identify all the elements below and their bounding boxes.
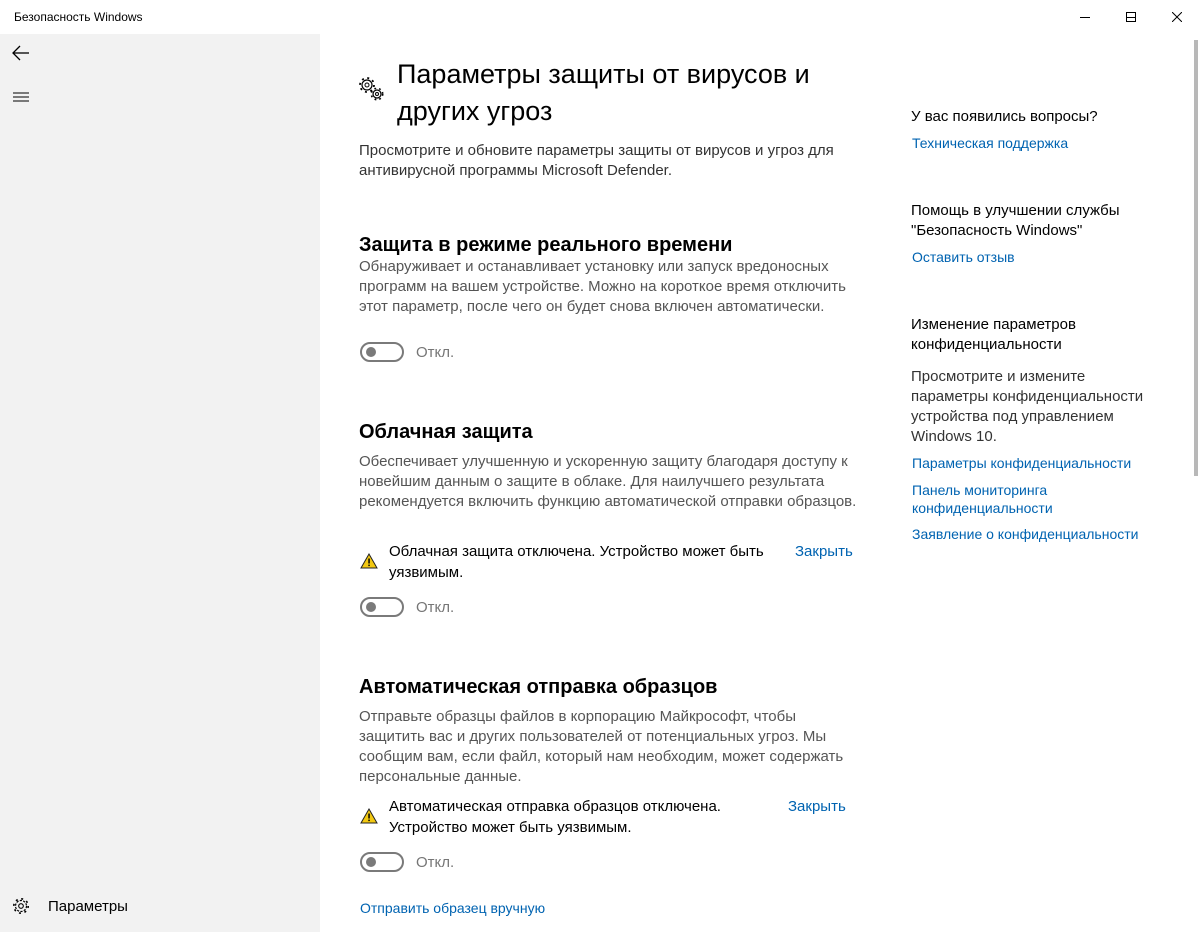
nav-settings-item[interactable]: Параметры xyxy=(0,890,320,922)
warning-icon xyxy=(360,552,378,574)
gear-icon xyxy=(9,897,33,915)
warning-icon xyxy=(360,807,378,829)
realtime-section-title: Защита в режиме реального времени xyxy=(359,234,733,256)
samples-toggle[interactable] xyxy=(360,852,404,872)
realtime-toggle[interactable] xyxy=(360,342,404,362)
toggle-knob xyxy=(366,347,376,357)
toggle-knob xyxy=(366,602,376,612)
page-description: Просмотрите и обновите параметры защиты … xyxy=(359,142,834,179)
cloud-toggle-state: Откл. xyxy=(416,599,455,616)
privacy-heading: Изменение параметров конфиденциальности xyxy=(911,316,1076,353)
hamburger-icon xyxy=(13,92,29,102)
samples-toggle-state: Откл. xyxy=(416,854,455,871)
samples-warning-text: Автоматическая отправка образцов отключе… xyxy=(389,798,721,836)
privacy-statement-link[interactable]: Заявление о конфиденциальности xyxy=(912,525,1152,543)
privacy-settings-link[interactable]: Параметры конфиденциальности xyxy=(912,454,1152,472)
maximize-icon xyxy=(1126,12,1136,22)
cloud-toggle[interactable] xyxy=(360,597,404,617)
scrollbar[interactable] xyxy=(1194,40,1198,476)
back-arrow-icon xyxy=(12,45,29,61)
support-link[interactable]: Техническая поддержка xyxy=(912,134,1152,152)
improve-heading: Помощь в улучшении службы "Безопасность … xyxy=(911,202,1120,239)
privacy-text: Просмотрите и измените параметры конфиде… xyxy=(911,368,1144,445)
cloud-dismiss-link[interactable]: Закрыть xyxy=(795,543,853,560)
manual-sample-link[interactable]: Отправить образец вручную xyxy=(360,900,545,916)
close-icon xyxy=(1172,12,1182,22)
page-title: Параметры защиты от вирусов и других угр… xyxy=(397,59,810,126)
nav-settings-label: Параметры xyxy=(48,897,128,915)
maximize-button[interactable] xyxy=(1108,0,1154,34)
cloud-section-title: Облачная защита xyxy=(359,421,533,443)
minimize-icon xyxy=(1080,17,1090,18)
back-button[interactable] xyxy=(6,38,36,68)
samples-section-title: Автоматическая отправка образцов xyxy=(359,676,718,698)
close-button[interactable] xyxy=(1154,0,1200,34)
realtime-toggle-state: Откл. xyxy=(416,344,455,361)
title-bar: Безопасность Windows xyxy=(0,0,1200,34)
feedback-link[interactable]: Оставить отзыв xyxy=(912,248,1152,266)
samples-dismiss-link[interactable]: Закрыть xyxy=(788,798,846,815)
menu-button[interactable] xyxy=(6,82,36,112)
toggle-knob xyxy=(366,857,376,867)
realtime-section-description: Обнаруживает и останавливает установку и… xyxy=(359,258,846,315)
questions-heading: У вас появились вопросы? xyxy=(911,108,1098,125)
settings-gears-icon xyxy=(358,76,386,107)
cloud-warning-text: Облачная защита отключена. Устройство мо… xyxy=(389,543,764,581)
cloud-section-description: Обеспечивает улучшенную и ускоренную защ… xyxy=(359,453,857,510)
privacy-dashboard-link[interactable]: Панель мониторинга конфиденциальности xyxy=(912,481,1092,517)
left-nav: Параметры xyxy=(0,34,320,932)
window-title: Безопасность Windows xyxy=(14,10,143,24)
samples-section-description: Отправьте образцы файлов в корпорацию Ма… xyxy=(359,708,844,785)
minimize-button-2[interactable] xyxy=(1062,0,1108,34)
